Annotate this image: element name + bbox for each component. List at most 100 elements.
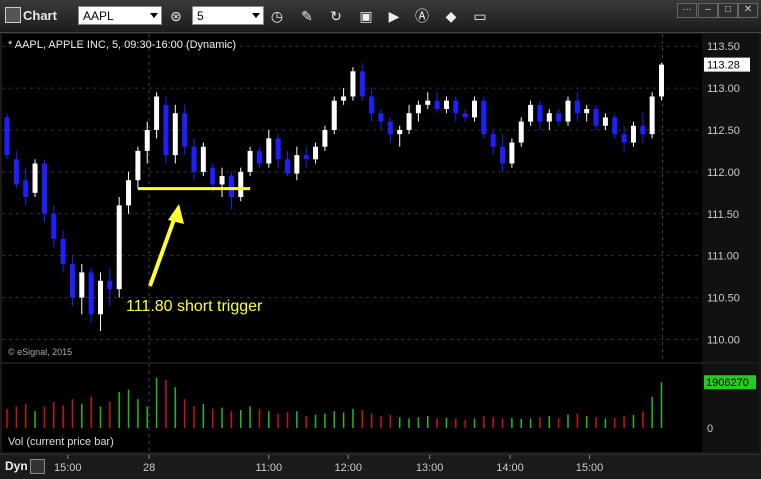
chart-header: * AAPL, APPLE INC, 5, 09:30-16:00 (Dynam… — [8, 39, 237, 51]
tag-icon[interactable]: ◆ — [441, 6, 461, 26]
candle-body — [79, 272, 85, 298]
candle-body — [238, 171, 244, 197]
candle-body — [88, 272, 94, 315]
price-chart[interactable] — [2, 34, 702, 362]
candle-body — [331, 100, 337, 130]
candle-body — [322, 129, 328, 147]
volume-label: Vol (current price bar) — [8, 436, 114, 448]
time-tick-label: 11:00 — [255, 462, 282, 474]
candle-body — [228, 176, 234, 197]
candle-body — [41, 163, 47, 214]
candle-body — [144, 129, 150, 151]
annotation-arrow-shaft — [148, 213, 178, 287]
last-volume-label: 1906270 — [706, 377, 749, 389]
price-tick-label: 113.50 — [707, 41, 740, 53]
candle-body — [126, 180, 132, 206]
candle-body — [303, 155, 309, 160]
candle-body — [415, 104, 421, 114]
candle-body — [602, 117, 608, 126]
candle-body — [60, 238, 66, 265]
window-title: Chart — [23, 8, 57, 23]
candle-body — [406, 113, 412, 130]
candle-body — [378, 113, 384, 122]
quote-icon[interactable]: ▣ — [356, 6, 376, 26]
candle-body — [285, 159, 290, 174]
price-tick-label: 111.50 — [707, 209, 739, 221]
candle-body — [294, 155, 300, 174]
candle-body — [369, 96, 375, 114]
candle-body — [172, 113, 178, 156]
link-icon[interactable]: ⊛ — [166, 6, 186, 26]
candle-body — [584, 109, 590, 114]
candle-body — [163, 104, 169, 156]
candle-body — [593, 109, 599, 126]
candle-body — [98, 280, 103, 315]
volume-panel[interactable]: Vol (current price bar) — [2, 364, 702, 452]
time-tick-label: 13:00 — [416, 462, 444, 474]
candle-body — [200, 146, 206, 172]
minimize-icon[interactable]: – — [698, 3, 718, 18]
alert-icon[interactable]: Ⓐ — [412, 6, 432, 26]
candle-body — [116, 205, 122, 290]
refresh-icon[interactable]: ↻ — [326, 6, 346, 26]
candle-body — [219, 176, 225, 185]
candle-body — [313, 146, 319, 160]
price-panel[interactable]: * AAPL, APPLE INC, 5, 09:30-16:00 (Dynam… — [2, 34, 702, 362]
candle-body — [359, 71, 365, 97]
trigger-annotation: 111.80 short trigger — [126, 298, 263, 315]
time-axis-bar: Dyn 15:00 28 11:00 12:00 13:00 14:00 15:00 — [0, 454, 761, 479]
candle-body — [341, 96, 347, 101]
chart-app-icon — [5, 7, 21, 23]
candle-body — [107, 280, 113, 290]
candle-body — [434, 100, 440, 110]
candle-body — [462, 113, 468, 118]
price-tick-label: 110.00 — [707, 334, 740, 346]
candle-body — [154, 96, 160, 130]
candle-body — [32, 163, 38, 193]
time-tick-label: 28 — [143, 462, 155, 474]
copyright: © eSignal, 2015 — [8, 347, 73, 357]
last-price-label: 113.28 — [707, 60, 740, 72]
candle-body — [443, 100, 449, 110]
clock-icon[interactable]: ◷ — [267, 6, 287, 26]
chevron-down-icon[interactable] — [252, 13, 260, 18]
candle-body — [528, 104, 534, 122]
price-axis: 113.50 113.00 112.50 112.00 111.50 111.00 110.… — [702, 34, 759, 362]
dots-icon[interactable]: ··· — [677, 3, 697, 18]
candle-body — [612, 117, 618, 135]
candle-body — [649, 96, 655, 135]
symbol-input[interactable]: AAPL — [78, 6, 162, 25]
interval-value: 5 — [197, 9, 204, 23]
interval-input[interactable]: 5 — [192, 6, 264, 25]
candle-body — [51, 213, 57, 239]
time-tick-label: 12:00 — [335, 462, 363, 474]
candle-body — [574, 100, 580, 114]
candle-body — [546, 113, 552, 122]
candle-body — [256, 150, 262, 164]
pencil-icon[interactable]: ✎ — [297, 6, 317, 26]
comment-icon[interactable]: ▭ — [470, 6, 490, 26]
play-icon[interactable]: ▶ — [384, 6, 404, 26]
candle-body — [23, 180, 29, 197]
time-axis: 15:00 28 11:00 12:00 13:00 14:00 15:00 — [54, 455, 604, 474]
close-icon[interactable]: ✕ — [738, 3, 758, 18]
candle-body — [4, 117, 10, 156]
candle-body — [69, 264, 75, 298]
candle-body — [191, 146, 197, 172]
candle-body — [537, 104, 543, 122]
candle-body — [640, 125, 646, 135]
maximize-icon[interactable]: □ — [718, 3, 738, 18]
time-tick-label: 15:00 — [576, 462, 604, 474]
time-tick-label: 15:00 — [54, 462, 82, 474]
candle-body — [509, 142, 515, 164]
chevron-down-icon[interactable] — [150, 13, 158, 18]
candle-body — [350, 71, 356, 97]
title-bar: Chart AAPL ⊛ 5 ◷ ✎ ↻ ▣ ▶ Ⓐ ◆ ▭ ··· – □ ✕ — [0, 0, 761, 33]
candle-body — [659, 64, 664, 97]
candle-body — [13, 159, 19, 185]
price-tick-label: 110.50 — [707, 293, 740, 305]
candle-body — [425, 100, 431, 105]
candle-body — [518, 121, 524, 143]
candle-body — [621, 134, 627, 143]
price-tick-label: 112.00 — [707, 167, 740, 179]
